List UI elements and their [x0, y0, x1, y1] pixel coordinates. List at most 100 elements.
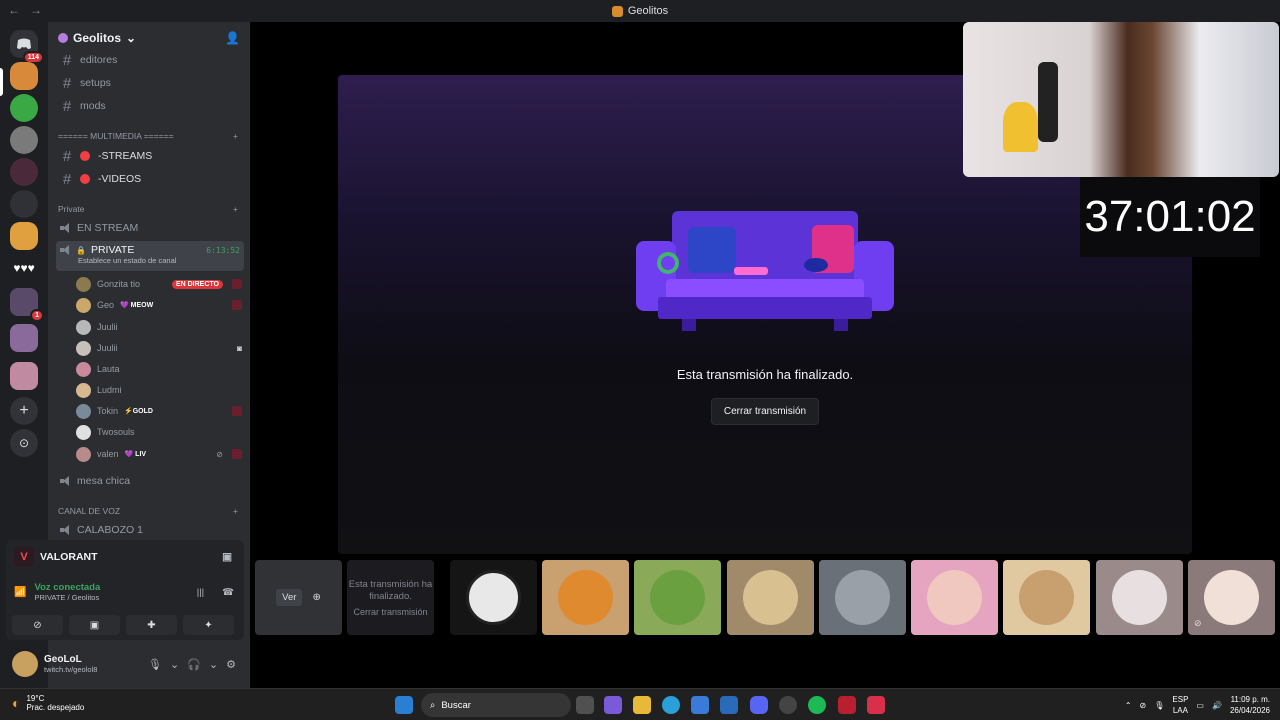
server-icon[interactable]	[10, 126, 38, 154]
server-geolitos-icon[interactable]	[10, 62, 38, 90]
voice-user[interactable]: Juulii ◙	[76, 338, 242, 358]
camera-off-button[interactable]: ⊘	[12, 615, 63, 635]
voice-user[interactable]: Gonzita tio EN DIRECTO	[76, 274, 242, 294]
language-indicator[interactable]: ESP LAA	[1172, 694, 1188, 716]
user-avatar[interactable]	[12, 651, 38, 677]
app-icon[interactable]	[779, 696, 797, 714]
participant-tile[interactable]	[634, 560, 721, 635]
server-dias-icon[interactable]	[10, 94, 38, 122]
soundboard-button[interactable]: ✦	[183, 615, 234, 635]
mini-close-label[interactable]: Cerrar transmisión	[353, 607, 427, 617]
home-discord-icon[interactable]: 114	[10, 30, 44, 64]
noise-suppression-icon[interactable]: |||	[197, 587, 204, 598]
hearts-server-icon[interactable]: ♥♥♥	[10, 254, 38, 282]
channel-mods[interactable]: # mods	[56, 96, 244, 116]
activities-button[interactable]: ✚	[126, 615, 177, 635]
server-icon[interactable]	[10, 222, 38, 250]
voice-channel-mesa-chica[interactable]: mesa chica	[56, 471, 244, 491]
chevron-up-icon[interactable]: ⌃	[1125, 701, 1132, 710]
spotify-icon[interactable]	[808, 696, 826, 714]
back-arrow-icon[interactable]: ←	[8, 3, 20, 17]
participant-tile[interactable]	[819, 560, 906, 635]
channel-label: EN STREAM	[77, 222, 139, 234]
copilot-icon[interactable]	[604, 696, 622, 714]
category-canal-de-voz[interactable]: CANAL DE VOZ +	[58, 506, 238, 516]
category-multimedia[interactable]: ====== MULTIMEDIA ====== +	[58, 131, 238, 141]
add-channel-icon[interactable]: +	[233, 506, 238, 516]
activity-settings-icon[interactable]: ▣	[222, 551, 232, 563]
server-folder-icon[interactable]	[10, 324, 38, 352]
voice-user[interactable]: valen 💜 LIV ⊘	[76, 444, 242, 464]
close-stream-button[interactable]: Cerrar transmisión	[711, 398, 819, 425]
valorant-taskbar-icon[interactable]	[867, 696, 885, 714]
add-server-icon[interactable]: +	[10, 397, 38, 425]
voice-status[interactable]: Voz conectada	[34, 582, 100, 593]
network-icon[interactable]: ⊘	[1140, 701, 1147, 710]
participant-tile[interactable]	[542, 560, 629, 635]
category-private[interactable]: Private +	[58, 204, 238, 214]
participant-tile[interactable]: ⊘	[1188, 560, 1275, 635]
voice-user[interactable]: Ludmi	[76, 380, 242, 400]
participant-tile[interactable]	[727, 560, 814, 635]
participant-tile[interactable]	[1003, 560, 1090, 635]
tile-mini-ended[interactable]: Esta transmisión ha finalizado. Cerrar t…	[347, 560, 434, 635]
microphone-icon[interactable]: 🎙	[1154, 701, 1164, 710]
mail-icon[interactable]	[720, 696, 738, 714]
clock[interactable]: 11:09 p. m. 26/04/2026	[1230, 694, 1270, 716]
watch-label[interactable]: Ver	[276, 589, 303, 606]
forward-arrow-icon[interactable]: →	[30, 3, 42, 17]
voice-user[interactable]: Twosouls	[76, 422, 242, 442]
gear-icon[interactable]: ⚙	[226, 658, 236, 671]
valorant-icon	[232, 279, 242, 289]
voice-channel-calabozo[interactable]: CALABOZO 1	[56, 520, 244, 540]
voice-user[interactable]: Juulii	[76, 317, 242, 337]
mini-ended-text: Esta transmisión ha finalizado.	[348, 578, 433, 602]
discord-icon[interactable]	[750, 696, 768, 714]
weather-widget[interactable]: ◐ 19°C Prac. despejado	[12, 694, 84, 712]
discover-compass-icon[interactable]: ⊙	[10, 429, 38, 457]
store-icon[interactable]	[691, 696, 709, 714]
file-explorer-icon[interactable]	[633, 696, 651, 714]
channel-streams[interactable]: # -STREAMS	[56, 146, 244, 166]
voice-channel-private[interactable]: 🔒 PRIVATE 6:13:52 Establece un estado de c…	[56, 241, 244, 271]
add-channel-icon[interactable]: +	[233, 131, 238, 141]
avatar	[76, 446, 91, 462]
disconnect-icon[interactable]: ☎	[222, 587, 234, 598]
server-icon[interactable]	[10, 190, 38, 218]
headphones-icon[interactable]: 🎧	[187, 658, 201, 671]
voice-channel-en-stream[interactable]: EN STREAM	[56, 218, 244, 238]
volume-icon[interactable]: 🔊	[1212, 701, 1222, 710]
voice-user[interactable]: Tokin ⚡GOLD	[76, 401, 242, 421]
participant-tile[interactable]	[911, 560, 998, 635]
participant-tile[interactable]	[450, 560, 537, 635]
tile-watch[interactable]: Ver ⊕	[255, 560, 342, 635]
channel-videos[interactable]: # -VIDEOS	[56, 169, 244, 189]
display-icon[interactable]: ▭	[1196, 701, 1204, 710]
chevron-down-icon[interactable]: ⌄	[170, 658, 179, 671]
channel-setups[interactable]: # setups	[56, 73, 244, 93]
voice-user[interactable]: Lauta	[76, 359, 242, 379]
search-placeholder: Buscar	[441, 699, 471, 711]
add-member-icon[interactable]: 👤	[225, 31, 240, 45]
search-box[interactable]: ⌕ Buscar	[421, 693, 571, 717]
server-icon[interactable]	[10, 158, 38, 186]
valorant-icon	[232, 300, 242, 310]
server-folder-icon[interactable]	[10, 362, 38, 390]
add-channel-icon[interactable]: +	[233, 204, 238, 214]
chevron-down-icon[interactable]: ⌄	[209, 658, 218, 671]
app-icon[interactable]	[838, 696, 856, 714]
zoom-icon[interactable]: ⊕	[312, 592, 320, 603]
task-view-icon[interactable]	[576, 696, 594, 714]
user-tag: 💜 MEOW	[120, 302, 154, 309]
participant-tile[interactable]	[1096, 560, 1183, 635]
start-windows-icon[interactable]	[395, 696, 413, 714]
server-folder-icon[interactable]: 1	[10, 288, 44, 322]
screen-share-button[interactable]: ▣	[69, 615, 120, 635]
valorant-icon	[232, 406, 242, 416]
channel-status-prompt[interactable]: Establece un estado de canal	[56, 256, 244, 265]
channel-editores[interactable]: # editores	[56, 50, 244, 70]
edge-icon[interactable]	[662, 696, 680, 714]
microphone-icon[interactable]: 🎙	[148, 658, 162, 671]
voice-channel-name[interactable]: PRIVATE / Geolitos	[34, 593, 100, 602]
voice-user[interactable]: Geo 💜 MEOW	[76, 295, 242, 315]
